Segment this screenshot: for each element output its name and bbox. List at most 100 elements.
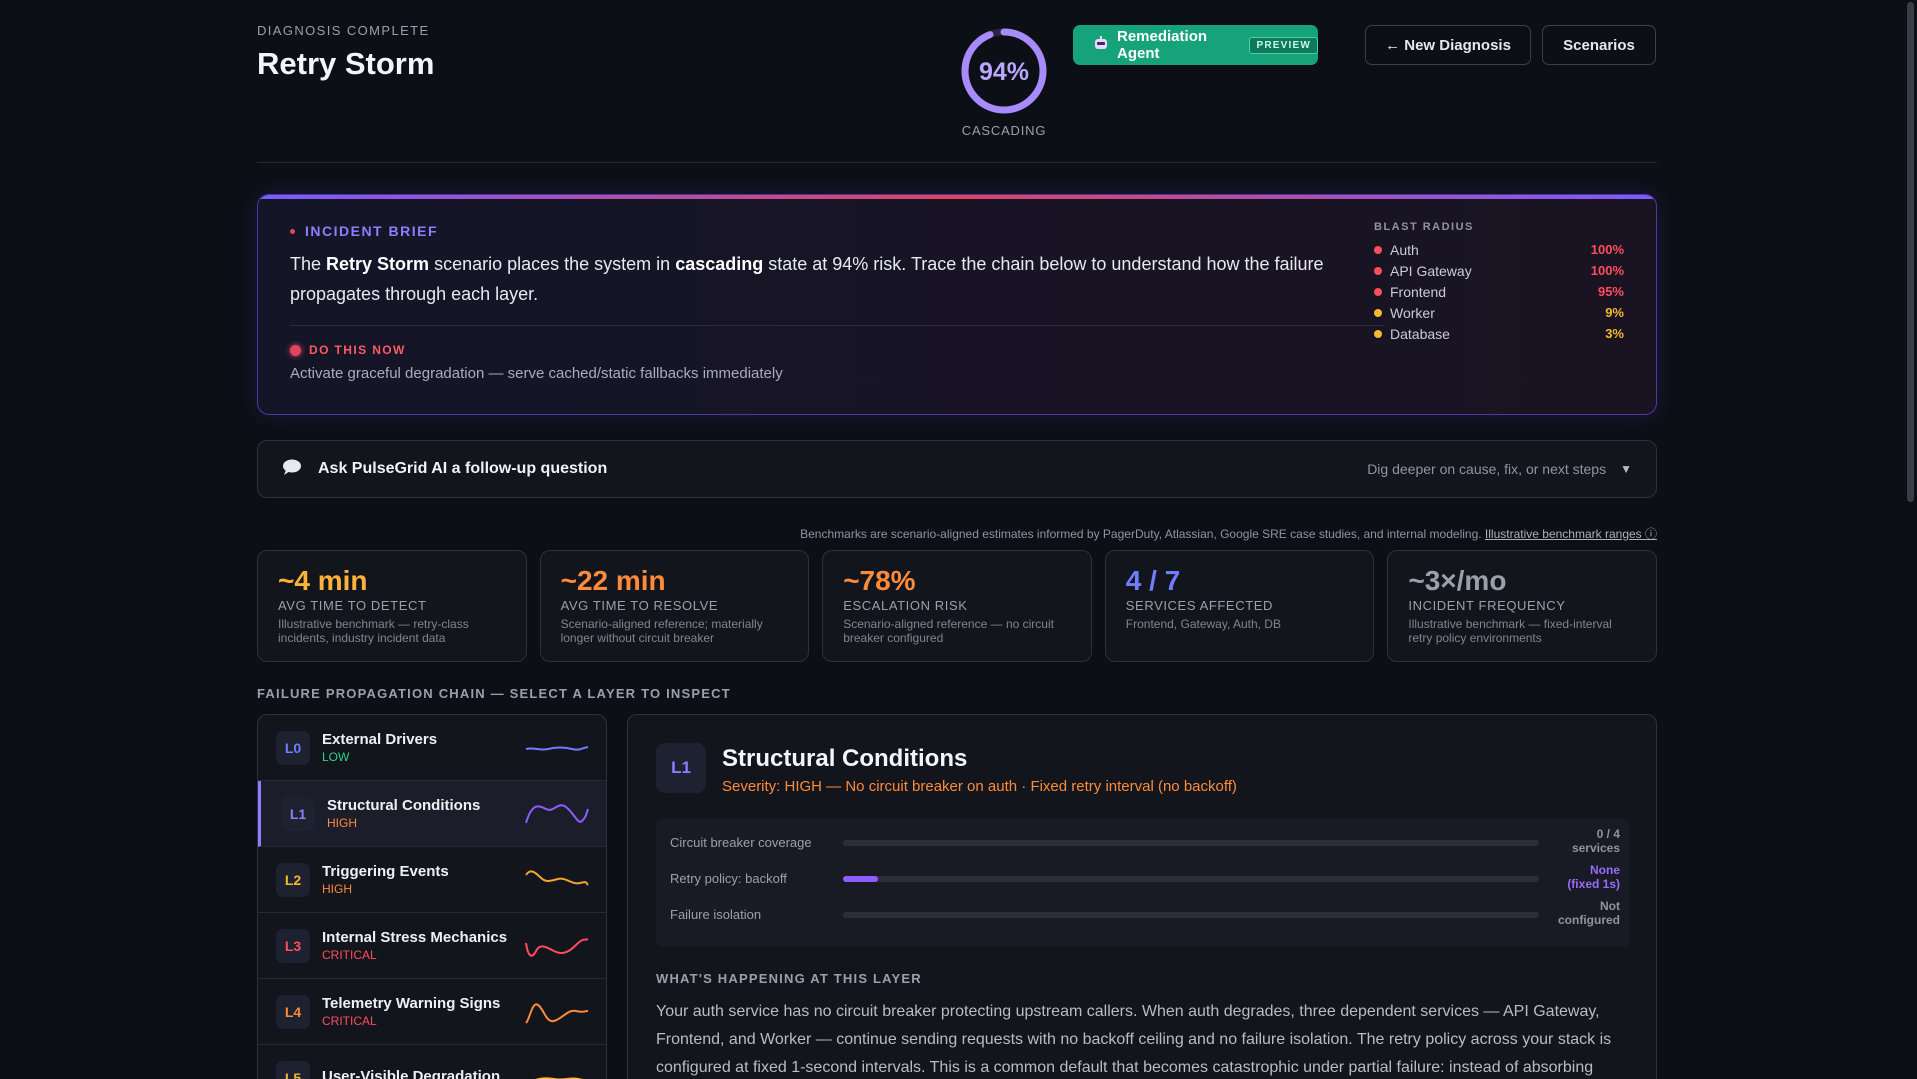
stat-card: ~4 min AVG TIME TO DETECT Illustrative ben… [257, 550, 527, 662]
sparkline-path [525, 870, 589, 886]
page-scrollbar[interactable] [1903, 0, 1917, 1079]
brief-scenario-name: Retry Storm [326, 254, 430, 274]
brief-dot-icon [290, 228, 295, 234]
blast-radius-row: Database 3% [1374, 323, 1624, 344]
layer-sparkline [525, 1003, 589, 1024]
stats-row: ~4 min AVG TIME TO DETECT Illustrative ben… [257, 550, 1657, 662]
ask-ai-bar[interactable]: Ask PulseGrid AI a follow-up question Di… [257, 440, 1657, 498]
metric-value: 0 / 4 services [1572, 827, 1620, 855]
stat-label: AVG TIME TO DETECT [278, 598, 427, 613]
metric-row: Circuit breaker coverage 0 / 4 services [670, 827, 1620, 857]
detail-layer-badge: L1 [656, 743, 706, 793]
layer-badge: L1 [281, 796, 315, 831]
metric-value-line: services [1571, 841, 1620, 855]
page-title: Retry Storm [257, 46, 435, 81]
blast-radius: BLAST RADIUS Auth 100% API Gateway 100% Fron… [1374, 221, 1624, 344]
status-eyebrow: DIAGNOSIS COMPLETE [257, 23, 430, 38]
metric-row: Retry policy: backoff None (fixed 1s) [670, 863, 1620, 893]
benchmark-note-text: Benchmarks are scenario-aligned estimate… [800, 527, 1485, 541]
metric-name: Failure isolation [670, 907, 762, 922]
blast-service-name: Database [1390, 325, 1450, 342]
remediation-agent-button[interactable]: Remediation Agent PREVIEW [1073, 25, 1318, 65]
brief-divider [290, 325, 1385, 326]
blast-service-name: Worker [1390, 304, 1435, 321]
new-diagnosis-button[interactable]: ← New Diagnosis [1365, 25, 1531, 65]
blast-service-value: 100% [1590, 242, 1624, 257]
layer-item-l5[interactable]: L5 User-Visible Degradation [258, 1045, 606, 1079]
status-dot-icon [1374, 245, 1382, 254]
detail-title: Structural Conditions [722, 745, 968, 772]
scrollbar-thumb[interactable] [1907, 2, 1914, 502]
chat-bubble-icon [282, 458, 302, 481]
layer-list: L0 External Drivers LOW L1 Structural Condit… [257, 714, 607, 1079]
stat-description: Illustrative benchmark — fixed-interval … [1408, 617, 1612, 645]
chevron-down-icon[interactable]: ▼ [1620, 462, 1632, 476]
detail-severity: Severity: HIGH — No circuit breaker on a… [722, 778, 1237, 795]
layer-detail-panel: L1 Structural Conditions Severity: HIGH … [627, 714, 1657, 1079]
metric-bar-fill [843, 876, 878, 882]
stat-description: Frontend, Gateway, Auth, DB [1125, 617, 1281, 631]
blast-service-value: 100% [1590, 263, 1624, 278]
status-dot-icon [1374, 329, 1382, 338]
blast-radius-title: BLAST RADIUS [1374, 221, 1474, 233]
layer-badge: L5 [276, 1060, 310, 1079]
stat-label: SERVICES AFFECTED [1125, 598, 1273, 613]
layer-sparkline [525, 746, 589, 751]
scenarios-button[interactable]: Scenarios [1542, 25, 1656, 65]
whats-happening-title: WHAT'S HAPPENING AT THIS LAYER [656, 971, 922, 986]
stat-card: ~78% ESCALATION RISK Scenario-aligned refe… [822, 550, 1092, 662]
incident-brief: INCIDENT BRIEF The Retry Storm scenario … [257, 194, 1657, 415]
blast-service-value: 3% [1605, 326, 1624, 341]
blast-radius-row: Frontend 95% [1374, 281, 1624, 302]
blast-service-name: API Gateway [1390, 262, 1472, 279]
layer-badge: L3 [276, 928, 310, 963]
layer-sparkline [535, 1077, 585, 1079]
status-dot-icon [1374, 308, 1382, 317]
stat-card: ~3×/mo INCIDENT FREQUENCY Illustrative ben… [1387, 550, 1657, 662]
layer-badge: L4 [276, 994, 310, 1029]
metric-value-line: 0 / 4 [1596, 827, 1620, 841]
sparkline-path [525, 1003, 589, 1024]
metric-value-line: configured [1558, 913, 1620, 927]
stat-label: AVG TIME TO RESOLVE [560, 598, 719, 613]
whats-happening-body: Your auth service has no circuit breaker… [656, 1003, 1612, 1076]
sparkline-path [525, 938, 589, 957]
metric-bar [843, 876, 1539, 882]
brief-text-pre: The [290, 254, 327, 274]
metric-name: Circuit breaker coverage [670, 835, 812, 850]
brief-accent-line [258, 195, 1656, 199]
blast-service-value: 95% [1597, 284, 1624, 299]
robot-icon [1093, 35, 1109, 55]
stat-card: ~22 min AVG TIME TO RESOLVE Scenario-align… [539, 550, 810, 662]
layer-item-l4[interactable]: L4 Telemetry Warning Signs CRITICAL [258, 979, 606, 1045]
layer-badge: L0 [276, 730, 310, 765]
stat-value: ~78% [843, 565, 916, 596]
do-this-now-tag: DO THIS NOW [290, 343, 406, 357]
stat-label: ESCALATION RISK [843, 598, 968, 613]
benchmark-ranges-link[interactable]: Illustrative benchmark ranges ⓘ [1485, 527, 1657, 541]
main-container: DIAGNOSIS COMPLETE Retry Storm 94% CASCA… [257, 0, 1657, 1079]
brief-state: cascading [675, 254, 764, 274]
metric-row: Failure isolation Not configured [670, 899, 1620, 929]
page-header: DIAGNOSIS COMPLETE Retry Storm 94% CASCA… [257, 0, 1657, 163]
blast-service-name: Auth [1390, 241, 1419, 258]
remediation-agent-label: Remediation Agent [1117, 28, 1208, 62]
do-this-now-label: DO THIS NOW [309, 343, 406, 357]
layer-item-l3[interactable]: L3 Internal Stress Mechanics CRITICAL [258, 913, 606, 979]
layer-item-l2[interactable]: L2 Triggering Events HIGH [258, 847, 606, 913]
stat-description: Illustrative benchmark — retry-class inc… [278, 617, 469, 645]
layer-item-l0[interactable]: L0 External Drivers LOW [258, 715, 606, 781]
metric-value-line: None [1590, 863, 1620, 877]
stat-card: 4 / 7 SERVICES AFFECTED Frontend, Gateway,… [1104, 550, 1375, 662]
detail-metrics: Circuit breaker coverage 0 / 4 services Ret… [656, 819, 1630, 947]
metric-value: None (fixed 1s) [1567, 863, 1620, 891]
stat-description: Scenario-aligned reference; materially l… [560, 617, 763, 645]
blast-service-value: 9% [1605, 305, 1624, 320]
alert-dot-icon [290, 344, 301, 356]
stat-value: ~4 min [278, 565, 368, 596]
metric-value-line: Not [1600, 899, 1620, 913]
layer-item-l1[interactable]: L1 Structural Conditions HIGH [258, 781, 606, 847]
metric-name: Retry policy: backoff [670, 871, 787, 886]
layer-sparkline [525, 938, 589, 957]
stat-value: ~3×/mo [1408, 565, 1507, 596]
